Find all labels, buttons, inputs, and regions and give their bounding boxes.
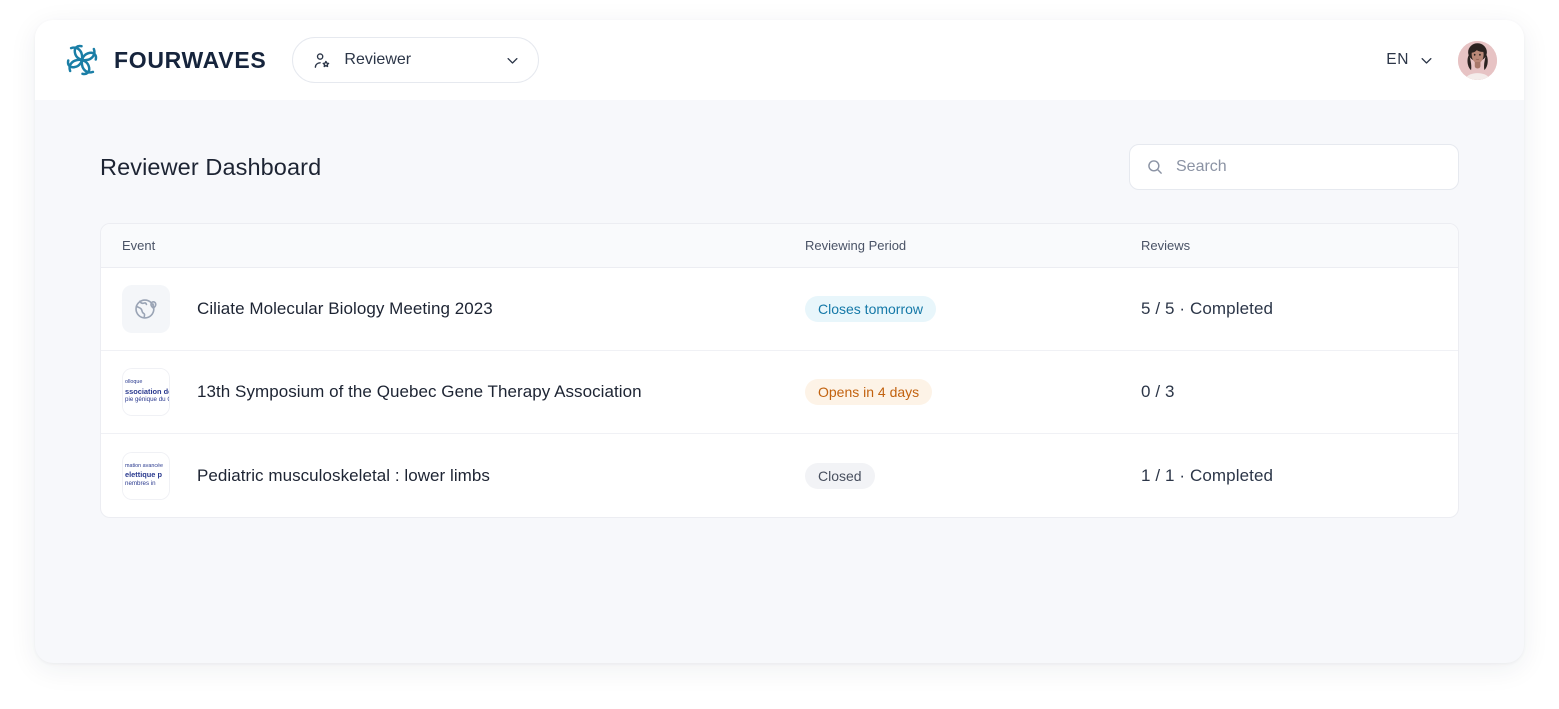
event-name: Ciliate Molecular Biology Meeting 2023 [197, 299, 493, 319]
poster-line: elettique p [125, 471, 169, 479]
event-poster-thumbnail: olloque ssociation de pie génique du Q [123, 369, 169, 415]
event-thumbnail: mation avancée elettique p nembres in [122, 452, 170, 500]
event-thumbnail: olloque ssociation de pie génique du Q [122, 368, 170, 416]
chevron-down-icon [505, 53, 520, 68]
table-row[interactable]: olloque ssociation de pie génique du Q 1… [101, 351, 1458, 434]
column-header-event: Event [101, 238, 805, 253]
avatar[interactable] [1458, 41, 1497, 80]
event-name: Pediatric musculoskeletal : lower limbs [197, 466, 490, 486]
event-thumbnail [122, 285, 170, 333]
search-box[interactable] [1129, 144, 1459, 190]
event-name: 13th Symposium of the Quebec Gene Therap… [197, 382, 642, 402]
events-table: Event Reviewing Period Reviews [100, 223, 1459, 518]
fourwaves-logo-icon [63, 41, 101, 79]
event-cell: mation avancée elettique p nembres in Pe… [101, 452, 805, 500]
page-header: Reviewer Dashboard [100, 144, 1459, 190]
chevron-down-icon [1419, 53, 1434, 68]
reviews-count: 0 / 3 [1141, 382, 1441, 402]
poster-line: mation avancée [125, 464, 169, 470]
globe-pin-icon [133, 296, 159, 322]
language-label: EN [1386, 51, 1409, 69]
user-star-icon [313, 51, 332, 70]
column-header-reviews: Reviews [1141, 238, 1441, 253]
app-window: FOURWAVES Reviewer EN [35, 20, 1524, 663]
role-switcher-label: Reviewer [344, 51, 493, 69]
top-navigation-bar: FOURWAVES Reviewer EN [35, 20, 1524, 100]
poster-line: olloque [125, 380, 169, 386]
role-switcher-dropdown[interactable]: Reviewer [292, 37, 539, 83]
brand-name: FOURWAVES [114, 47, 266, 74]
event-cell: olloque ssociation de pie génique du Q 1… [101, 368, 805, 416]
poster-line: nembres in [125, 481, 169, 488]
poster-line: pie génique du Q [125, 397, 169, 404]
main-content: Reviewer Dashboard Event Reviewing Perio… [35, 100, 1524, 518]
table-row[interactable]: mation avancée elettique p nembres in Pe… [101, 434, 1458, 517]
status-badge: Opens in 4 days [805, 379, 932, 405]
language-selector[interactable]: EN [1386, 51, 1434, 69]
page-title: Reviewer Dashboard [100, 154, 321, 181]
reviews-count: 5 / 5 · Completed [1141, 299, 1441, 319]
reviewing-period-cell: Closed [805, 463, 1141, 489]
event-poster-thumbnail: mation avancée elettique p nembres in [123, 453, 169, 499]
brand-logo[interactable]: FOURWAVES [63, 41, 266, 79]
column-header-reviewing-period: Reviewing Period [805, 238, 1141, 253]
reviewing-period-cell: Opens in 4 days [805, 379, 1141, 405]
reviews-count: 1 / 1 · Completed [1141, 466, 1441, 486]
search-icon [1146, 158, 1164, 176]
table-header-row: Event Reviewing Period Reviews [101, 224, 1458, 268]
status-badge: Closes tomorrow [805, 296, 936, 322]
event-cell: Ciliate Molecular Biology Meeting 2023 [101, 285, 805, 333]
table-row[interactable]: Ciliate Molecular Biology Meeting 2023 C… [101, 268, 1458, 351]
search-input[interactable] [1176, 158, 1442, 176]
poster-line: ssociation de [125, 388, 169, 396]
reviewing-period-cell: Closes tomorrow [805, 296, 1141, 322]
topbar-right-cluster: EN [1386, 41, 1497, 80]
status-badge: Closed [805, 463, 875, 489]
